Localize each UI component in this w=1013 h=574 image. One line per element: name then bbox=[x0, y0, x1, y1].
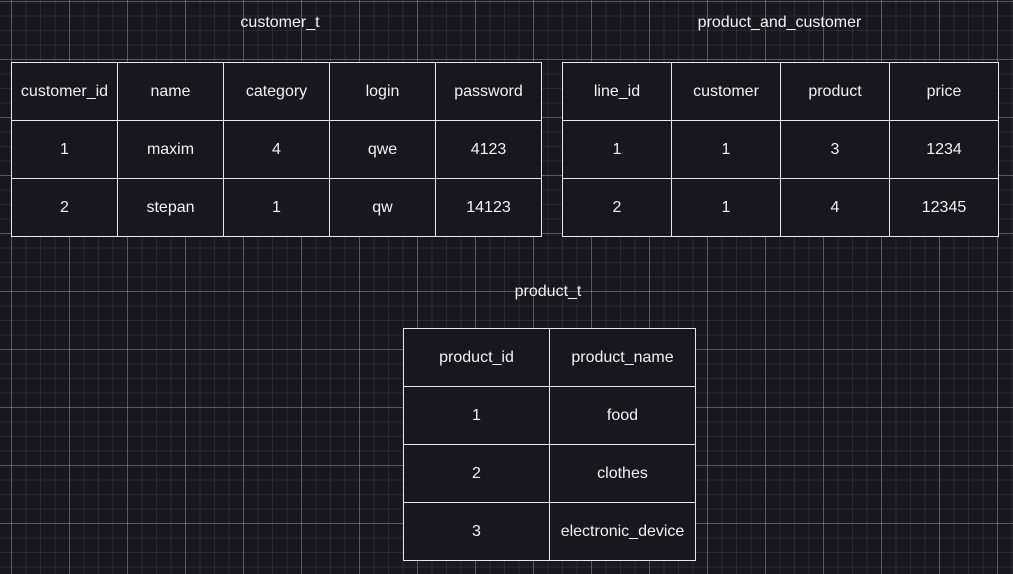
table-cell[interactable]: stepan bbox=[117, 178, 224, 237]
header-cell[interactable]: customer bbox=[671, 62, 781, 121]
header-cell[interactable]: product_name bbox=[549, 328, 696, 387]
table-cell[interactable]: 1 bbox=[223, 178, 330, 237]
product-table[interactable]: product_id product_name 1 food 2 clothes… bbox=[403, 328, 696, 561]
customer-table[interactable]: customer_id name category login password… bbox=[11, 62, 542, 237]
table-cell[interactable]: 1 bbox=[11, 120, 118, 179]
table-cell[interactable]: 4123 bbox=[435, 120, 542, 179]
table-cell[interactable]: 12345 bbox=[889, 178, 999, 237]
header-cell[interactable]: login bbox=[329, 62, 436, 121]
table-cell[interactable]: 14123 bbox=[435, 178, 542, 237]
table-row: 2 clothes bbox=[403, 444, 696, 503]
table-cell[interactable]: 1 bbox=[671, 178, 781, 237]
product-and-customer-table[interactable]: line_id customer product price 1 1 3 123… bbox=[562, 62, 999, 237]
table-cell[interactable]: maxim bbox=[117, 120, 224, 179]
table-cell[interactable]: food bbox=[549, 386, 696, 445]
table-cell[interactable]: 1 bbox=[671, 120, 781, 179]
table-cell[interactable]: 1234 bbox=[889, 120, 999, 179]
product-table-title: product_t bbox=[514, 283, 582, 300]
header-cell[interactable]: product_id bbox=[403, 328, 550, 387]
table-row: 1 1 3 1234 bbox=[562, 120, 999, 179]
table-header-row: customer_id name category login password bbox=[11, 62, 542, 121]
header-cell[interactable]: price bbox=[889, 62, 999, 121]
header-cell[interactable]: line_id bbox=[562, 62, 672, 121]
table-row: 1 maxim 4 qwe 4123 bbox=[11, 120, 542, 179]
table-cell[interactable]: 4 bbox=[780, 178, 890, 237]
customer-table-body: customer_id name category login password… bbox=[11, 62, 542, 237]
header-cell[interactable]: name bbox=[117, 62, 224, 121]
product-table-body: product_id product_name 1 food 2 clothes… bbox=[403, 328, 696, 561]
customer-table-title: customer_t bbox=[240, 14, 320, 31]
table-cell[interactable]: 3 bbox=[403, 502, 550, 561]
table-cell[interactable]: 1 bbox=[562, 120, 672, 179]
table-cell[interactable]: qwe bbox=[329, 120, 436, 179]
table-row: 1 food bbox=[403, 386, 696, 445]
table-row: 2 stepan 1 qw 14123 bbox=[11, 178, 542, 237]
table-cell[interactable]: 2 bbox=[403, 444, 550, 503]
table-row: 3 electronic_device bbox=[403, 502, 696, 561]
table-cell[interactable]: qw bbox=[329, 178, 436, 237]
product-and-customer-table-title: product_and_customer bbox=[697, 14, 862, 31]
header-cell[interactable]: password bbox=[435, 62, 542, 121]
table-row: 2 1 4 12345 bbox=[562, 178, 999, 237]
table-cell[interactable]: 2 bbox=[11, 178, 118, 237]
header-cell[interactable]: product bbox=[780, 62, 890, 121]
header-cell[interactable]: category bbox=[223, 62, 330, 121]
table-header-row: line_id customer product price bbox=[562, 62, 999, 121]
table-cell[interactable]: 4 bbox=[223, 120, 330, 179]
table-cell[interactable]: clothes bbox=[549, 444, 696, 503]
table-cell[interactable]: 2 bbox=[562, 178, 672, 237]
table-cell[interactable]: electronic_device bbox=[549, 502, 696, 561]
table-cell[interactable]: 1 bbox=[403, 386, 550, 445]
table-cell[interactable]: 3 bbox=[780, 120, 890, 179]
product-and-customer-table-body: line_id customer product price 1 1 3 123… bbox=[562, 62, 999, 237]
table-header-row: product_id product_name bbox=[403, 328, 696, 387]
header-cell[interactable]: customer_id bbox=[11, 62, 118, 121]
